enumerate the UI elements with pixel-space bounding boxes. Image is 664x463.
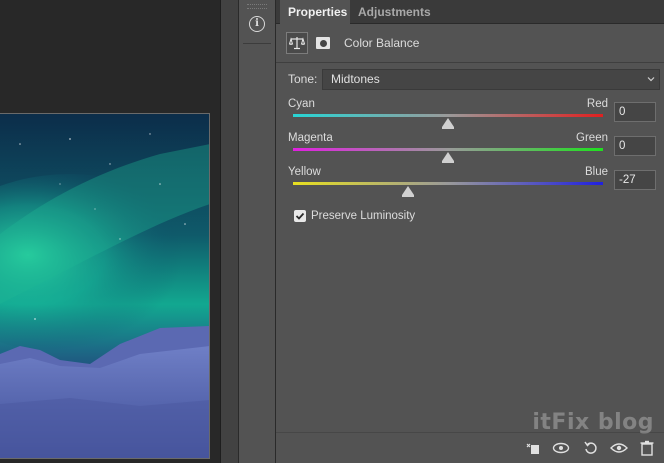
visibility-eye-icon[interactable] [610,439,628,457]
tone-label: Tone: [288,72,318,86]
header-divider [276,62,664,63]
panel-bottom-bar [276,432,664,463]
strip-divider [243,43,271,44]
reset-icon[interactable] [582,439,600,457]
document-canvas[interactable] [0,0,220,463]
aurora-photo [0,113,210,459]
slider-thumb[interactable] [442,118,454,129]
slider-value-input[interactable]: 0 [614,136,656,156]
balance-scales-icon[interactable] [286,32,308,54]
layer-mask-icon[interactable] [312,32,334,54]
slider-right-label: Red [586,98,608,110]
slider-value-input[interactable]: 0 [614,102,656,122]
slider-right-label: Blue [584,166,608,178]
preserve-luminosity-label: Preserve Luminosity [311,210,416,222]
tab-properties[interactable]: Properties [280,0,350,25]
preserve-luminosity-option[interactable]: Preserve Luminosity [294,210,415,222]
slider-thumb[interactable] [442,152,454,163]
tone-value: Midtones [331,71,380,86]
chevron-down-icon [647,76,655,81]
properties-panel: Properties Adjustments Color Balance Ton… [276,0,664,463]
panel-tabbar: Properties Adjustments [276,0,664,25]
info-icon[interactable]: i [241,8,273,40]
magenta-green-slider: Magenta Green 0 [288,132,660,166]
panel-dock-gutter [220,0,238,463]
collapsed-panel-strip: i [238,0,276,463]
clip-to-layer-icon[interactable] [524,439,542,457]
preserve-luminosity-checkbox[interactable] [294,210,306,222]
properties-body: Color Balance Tone: Midtones Cyan Red 0 [276,24,664,463]
slider-track[interactable] [293,148,603,151]
slider-value-input[interactable]: -27 [614,170,656,190]
view-previous-icon[interactable] [552,439,570,457]
slider-left-label: Magenta [288,132,333,144]
slider-thumb[interactable] [401,186,414,197]
slider-right-label: Green [576,132,608,144]
yellow-blue-slider: Yellow Blue -27 [288,166,660,200]
tone-row: Tone: Midtones [288,68,660,90]
tab-adjustments[interactable]: Adjustments [350,0,439,24]
checkmark-icon [295,212,305,220]
adjustment-header: Color Balance [286,32,419,54]
photoshop-workspace: i Properties Adjustments Color Balance T… [0,0,664,463]
cyan-red-slider: Cyan Red 0 [288,98,660,132]
slider-track[interactable] [293,114,603,117]
trash-icon[interactable] [638,439,656,457]
slider-track[interactable] [293,182,603,185]
tone-dropdown[interactable]: Midtones [322,68,660,90]
slider-left-label: Yellow [288,166,321,178]
slider-left-label: Cyan [288,98,315,110]
adjustment-title: Color Balance [344,36,420,50]
